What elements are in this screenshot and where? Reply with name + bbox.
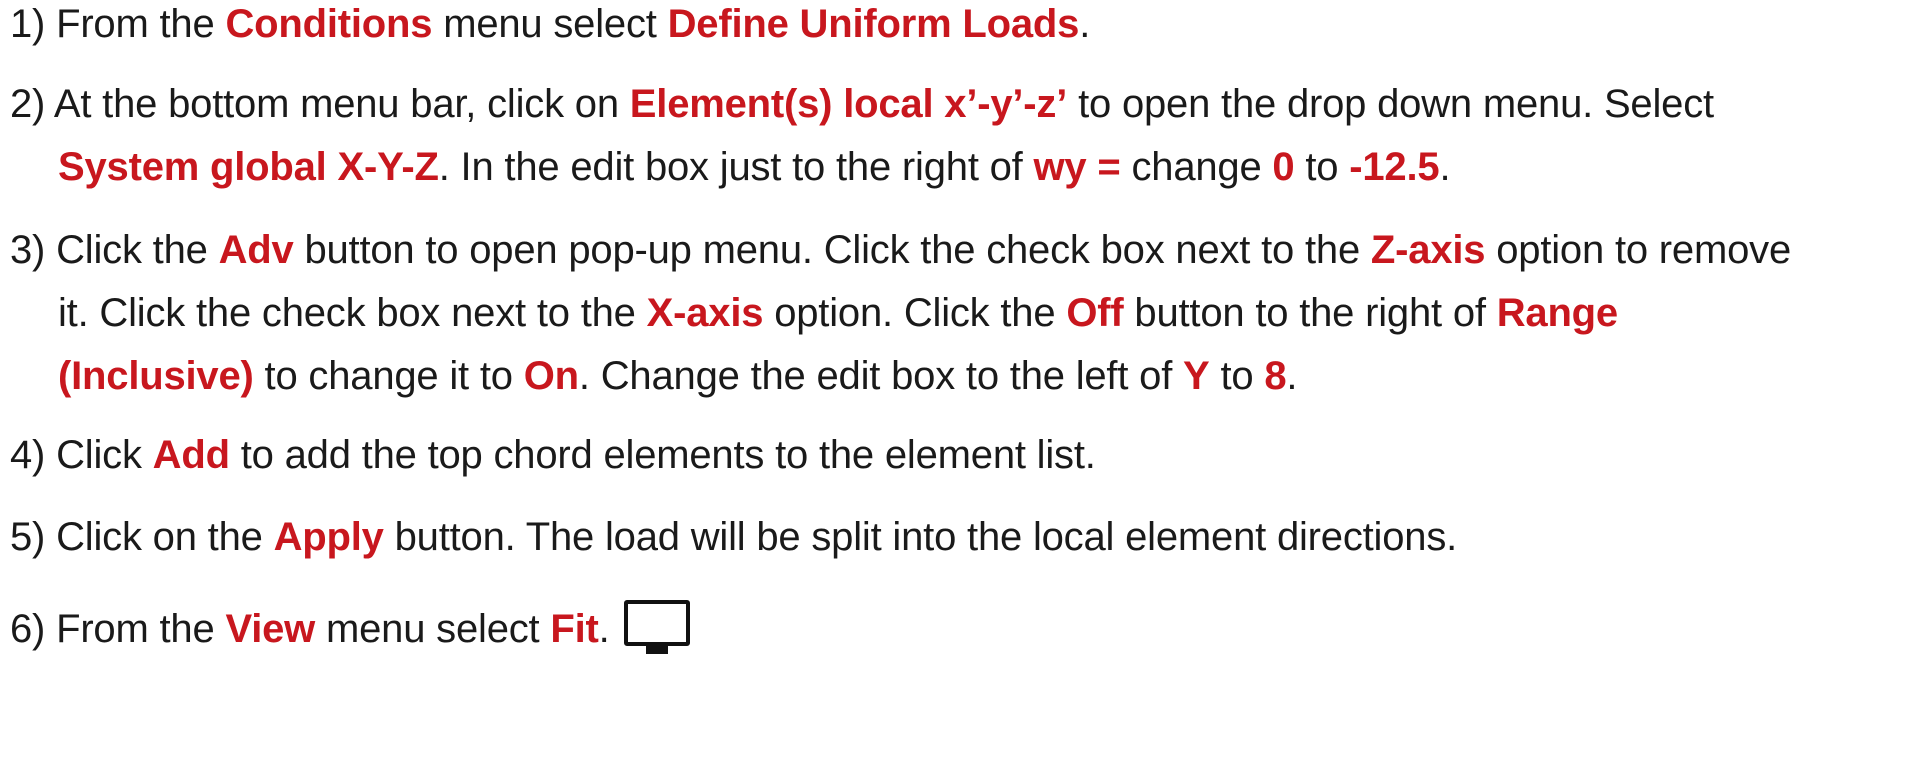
step-text: 5) Click on the	[10, 515, 274, 559]
monitor-icon	[623, 600, 698, 654]
highlighted-term: Conditions	[225, 2, 433, 46]
highlighted-term: -12.5	[1349, 145, 1440, 189]
step-text: 6) From the	[10, 607, 226, 651]
step-text: to open the drop down menu. Select	[1067, 82, 1714, 126]
step-text: . Change the edit box to the left of	[578, 354, 1184, 398]
step-3-line-2: it. Click the check box next to the X-ax…	[58, 293, 1618, 333]
highlighted-term: Adv	[218, 228, 294, 272]
step-text: button to open pop-up menu. Click the ch…	[293, 228, 1371, 272]
step-text: to add the top chord elements to the ele…	[229, 433, 1096, 477]
step-text: .	[1286, 354, 1298, 398]
step-text: option. Click the	[763, 291, 1067, 335]
highlighted-term: On	[523, 354, 579, 398]
highlighted-term: 8	[1264, 354, 1287, 398]
step-text: 4) Click	[10, 433, 153, 477]
highlighted-term: Fit	[550, 607, 599, 651]
step-5-line-1: 5) Click on the Apply button. The load w…	[10, 517, 1457, 557]
step-text: menu select	[315, 607, 551, 651]
highlighted-term: 0	[1272, 145, 1295, 189]
step-text: to	[1209, 354, 1265, 398]
highlighted-term: Define Uniform Loads	[667, 2, 1080, 46]
highlighted-term: System global X-Y-Z	[58, 145, 439, 189]
step-6-line-1: 6) From the View menu select Fit.	[10, 600, 698, 654]
step-text: option to remove	[1485, 228, 1791, 272]
step-text: button. The load will be split into the …	[383, 515, 1458, 559]
highlighted-term: Add	[152, 433, 230, 477]
highlighted-term: wy =	[1033, 145, 1121, 189]
highlighted-term: Range	[1496, 291, 1618, 335]
step-text: it. Click the check box next to the	[58, 291, 647, 335]
highlighted-term: (Inclusive)	[58, 354, 254, 398]
highlighted-term: Off	[1066, 291, 1124, 335]
step-text: menu select	[432, 2, 668, 46]
step-2-line-2: System global X-Y-Z. In the edit box jus…	[58, 145, 1451, 189]
highlighted-term: Apply	[273, 515, 384, 559]
step-2-line-1: 2) At the bottom menu bar, click on Elem…	[10, 84, 1714, 124]
step-3-line-3: (Inclusive) to change it to On. Change t…	[58, 356, 1297, 396]
highlighted-term: Element(s) local x’-y’-z’	[629, 82, 1068, 126]
highlighted-term: Y	[1183, 354, 1210, 398]
step-text: to change it to	[253, 354, 524, 398]
step-1-line-1: 1) From the Conditions menu select Defin…	[10, 4, 1090, 44]
highlighted-term: View	[225, 607, 316, 651]
step-text: .	[1439, 145, 1451, 189]
step-3-line-1: 3) Click the Adv button to open pop-up m…	[10, 230, 1791, 270]
step-text: .	[1079, 2, 1091, 46]
highlighted-term: Z-axis	[1370, 228, 1486, 272]
step-text: 3) Click the	[10, 228, 219, 272]
step-text: button to the right of	[1123, 291, 1497, 335]
step-text: .	[598, 607, 610, 651]
step-text: change	[1120, 145, 1273, 189]
highlighted-term: X-axis	[646, 291, 764, 335]
step-text: to	[1294, 145, 1350, 189]
step-text: . In the edit box just to the right of	[438, 145, 1034, 189]
step-text: 1) From the	[10, 2, 226, 46]
step-text: 2) At the bottom menu bar, click on	[10, 82, 630, 126]
step-4-line-1: 4) Click Add to add the top chord elemen…	[10, 435, 1096, 475]
